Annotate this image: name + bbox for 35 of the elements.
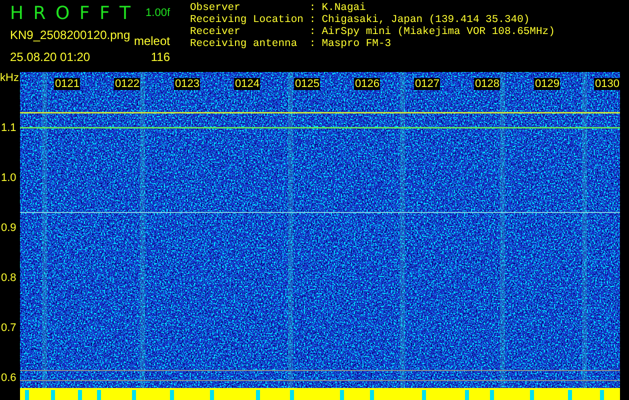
time-label: 0125 bbox=[294, 78, 320, 90]
count-value: 116 bbox=[150, 50, 170, 64]
time-label: 0128 bbox=[474, 78, 500, 90]
info-separator: : bbox=[309, 26, 316, 38]
info-value: Chigasaki, Japan (139.414 35.340) bbox=[322, 14, 531, 26]
date-time: 25.08.20 01:20 bbox=[10, 50, 90, 64]
info-separator: : bbox=[309, 38, 316, 50]
info-label: Observer bbox=[190, 2, 242, 14]
axis-label: 0.9 bbox=[1, 222, 16, 234]
axis-label: 1.1 bbox=[1, 122, 16, 134]
info-value: AirSpy mini (Miakejima VOR 108.65MHz) bbox=[322, 26, 555, 38]
axis-label: 0.6 bbox=[1, 372, 16, 384]
info-separator: : bbox=[309, 2, 316, 14]
time-label: 0126 bbox=[354, 78, 380, 90]
count-label: meleot bbox=[134, 34, 170, 48]
time-label: 0122 bbox=[114, 78, 140, 90]
app-title: H R O F F T bbox=[10, 2, 133, 24]
axis-label: 0.8 bbox=[1, 272, 16, 284]
info-value: K.Nagai bbox=[322, 2, 367, 14]
time-label: 0124 bbox=[234, 78, 260, 90]
axis-label: 0.7 bbox=[1, 322, 16, 334]
time-label: 0123 bbox=[174, 78, 200, 90]
scale-label: 1.00f bbox=[146, 7, 170, 19]
time-label: 0127 bbox=[414, 78, 440, 90]
info-label: Receiving Location bbox=[190, 14, 304, 26]
axis-label: 1.0 bbox=[1, 172, 16, 184]
info-value: Maspro FM-3 bbox=[322, 38, 392, 50]
time-label: 0130 bbox=[594, 78, 620, 90]
time-label: 0121 bbox=[54, 78, 80, 90]
time-label: 0129 bbox=[534, 78, 560, 90]
info-label: Receiver bbox=[190, 26, 242, 38]
file-name: KN9_2508200120.png bbox=[10, 28, 130, 42]
info-separator: : bbox=[309, 14, 316, 26]
info-label: Receiving antenna bbox=[190, 38, 298, 50]
axis-unit: kHz bbox=[0, 72, 19, 84]
